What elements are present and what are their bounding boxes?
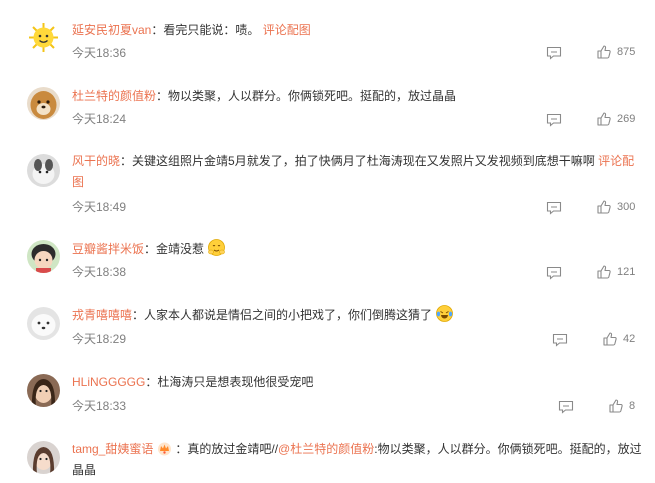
separator: ： — [144, 242, 157, 256]
separator: ： — [175, 442, 188, 456]
separator: ： — [156, 89, 169, 103]
comment-text: 金靖没惹 — [156, 242, 205, 256]
comment-text-prefix: 真的放过金靖吧// — [187, 442, 279, 456]
like-count[interactable]: 121 — [617, 266, 635, 278]
avatar[interactable] — [27, 87, 60, 120]
thumbs-up-icon[interactable] — [609, 399, 623, 413]
like-count[interactable]: 300 — [617, 201, 635, 213]
crying-laughing-emoji-icon — [436, 305, 454, 322]
comment-time: 今天18:24 — [72, 112, 127, 126]
comment-username[interactable]: HLiNGGGGG — [72, 375, 145, 389]
thumbs-up-icon[interactable] — [603, 332, 617, 346]
reply-icon[interactable] — [546, 201, 562, 215]
thumbs-up-icon[interactable] — [597, 265, 611, 279]
comment-time: 今天18:49 — [72, 200, 127, 214]
comment-username[interactable]: 杜兰特的颜值粉 — [72, 89, 156, 103]
reply-icon[interactable] — [546, 46, 562, 60]
separator: ： — [151, 23, 164, 37]
separator: ： — [132, 308, 145, 322]
comment-time: 今天18:38 — [72, 265, 127, 279]
avatar[interactable] — [27, 240, 60, 273]
avatar[interactable] — [27, 154, 60, 187]
separator: ： — [120, 154, 133, 168]
comment-username[interactable]: 风干的晓 — [72, 154, 120, 168]
like-count[interactable]: 269 — [617, 113, 635, 125]
reply-icon[interactable] — [552, 333, 568, 347]
comment-time: 今天18:36 — [72, 46, 127, 60]
like-count[interactable]: 875 — [617, 46, 635, 58]
comment-time: 今天18:33 — [72, 399, 127, 413]
comment-time: 今天18:29 — [72, 332, 127, 346]
hugging-emoji-icon — [208, 239, 226, 256]
avatar[interactable] — [27, 307, 60, 340]
fan-crown-badge-icon — [158, 442, 172, 456]
comment-text: 物以类聚，人以群分。你俩锁死吧。挺配的，放过晶晶 — [168, 89, 457, 103]
avatar[interactable] — [27, 441, 60, 474]
thumbs-up-icon[interactable] — [597, 200, 611, 214]
comment-username[interactable]: 豆瓣酱拌米饭 — [72, 242, 144, 256]
comment-text: 关键这组照片金靖5月就发了，拍了快俩月了杜海涛现在又发照片又发视频到底想干嘛啊 — [132, 154, 595, 168]
avatar[interactable] — [27, 21, 60, 54]
comment-image-link[interactable]: 评论配图 — [263, 23, 311, 37]
avatar[interactable] — [27, 374, 60, 407]
comment-text: 杜海涛只是想表现他很受宠吧 — [157, 375, 314, 389]
thumbs-up-icon[interactable] — [597, 112, 611, 126]
comment-username[interactable]: 戎青嘻嘻嘻 — [72, 308, 132, 322]
separator: ： — [145, 375, 158, 389]
comment-feed: 延安民初夏van：看完只能说：啧。 评论配图 今天18:36 875 杜兰特的颜… — [0, 0, 655, 483]
comment-text: 人家本人都说是情侣之间的小把戏了，你们倒腾这猜了 — [144, 308, 433, 322]
reply-icon[interactable] — [546, 113, 562, 127]
mention-link[interactable]: @杜兰特的颜值粉 — [278, 442, 374, 456]
comment-text: 看完只能说：啧。 — [163, 23, 260, 37]
comment-username[interactable]: 延安民初夏van — [72, 23, 151, 37]
thumbs-up-icon[interactable] — [597, 45, 611, 59]
reply-icon[interactable] — [558, 400, 574, 414]
like-count[interactable]: 42 — [623, 333, 635, 345]
comment-username[interactable]: tamg_甜姨蜜语 — [72, 442, 153, 456]
like-count[interactable]: 8 — [629, 400, 635, 412]
reply-icon[interactable] — [546, 266, 562, 280]
